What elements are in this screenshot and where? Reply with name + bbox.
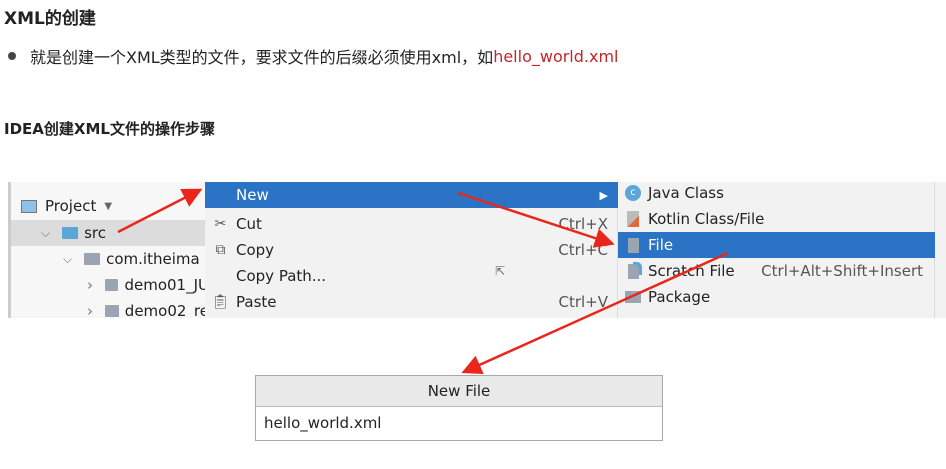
menu-label: Java Class <box>648 184 724 202</box>
submenu-item-package[interactable]: Package <box>618 284 935 310</box>
submenu-arrow-icon: ▶ <box>599 188 608 202</box>
tree-item-label: com.itheima <box>106 250 200 268</box>
tree-item-src[interactable]: ⌵ src <box>11 220 209 246</box>
menu-item-copy[interactable]: ⧉ Copy Ctrl+C <box>205 237 618 263</box>
menu-label: Copy <box>236 241 275 259</box>
submenu-item-java-class[interactable]: c Java Class <box>618 182 935 206</box>
mouse-cursor-icon: ⇱ <box>495 264 506 278</box>
menu-shortcut: Ctrl+X <box>558 215 608 233</box>
package-icon <box>84 253 101 265</box>
bullet-text: 就是创建一个XML类型的文件，要求文件的后缀必须使用xml，如 <box>30 48 494 67</box>
tree-item-label: demo01_JU <box>124 276 209 294</box>
menu-label: File <box>648 236 674 254</box>
menu-label: Package <box>648 288 711 306</box>
tree-item-label: demo02_re <box>124 302 209 318</box>
menu-shortcut: Ctrl+C <box>558 241 608 259</box>
menu-label: Scratch File <box>648 262 735 280</box>
bullet-dot <box>8 52 16 60</box>
chevron-right-icon: › <box>87 276 93 294</box>
clipboard-icon: 📋︎ <box>211 294 230 310</box>
menu-item-cut[interactable]: ✂ Cut Ctrl+X <box>205 211 618 237</box>
java-class-icon: c <box>625 185 641 201</box>
submenu-item-scratch-file[interactable]: Scratch File Ctrl+Alt+Shift+Insert <box>618 258 935 284</box>
package-icon <box>105 279 119 291</box>
new-file-dialog: New File hello_world.xml <box>255 375 663 441</box>
menu-label: Paste <box>236 293 277 311</box>
filename-input[interactable]: hello_world.xml <box>256 407 662 440</box>
menu-shortcut: Ctrl+V <box>558 293 608 311</box>
menu-label: Kotlin Class/File <box>648 210 765 228</box>
menu-shortcut: Ctrl+Alt+Shift+Insert <box>761 262 923 280</box>
package-icon <box>105 305 119 317</box>
tree-item-demo02[interactable]: › demo02_re <box>11 298 209 318</box>
copy-icon: ⧉ <box>215 242 226 258</box>
menu-item-copy-path[interactable]: Copy Path... <box>205 263 618 289</box>
menu-label: Copy Path... <box>236 267 327 285</box>
chevron-down-icon: ⌵ <box>63 251 73 266</box>
project-view-selector[interactable]: Project ▼ <box>11 193 209 219</box>
menu-item-new[interactable]: New ▶ <box>205 182 618 208</box>
ide-screenshot: Project ▼ ⌵ src ⌵ com.itheima › demo01_J… <box>8 182 946 318</box>
project-label: Project <box>45 197 97 215</box>
chevron-down-icon: ⌵ <box>41 225 51 240</box>
menu-label: New <box>236 186 269 204</box>
menu-item-paste[interactable]: 📋︎ Paste Ctrl+V <box>205 289 618 315</box>
project-tree: Project ▼ ⌵ src ⌵ com.itheima › demo01_J… <box>8 182 209 318</box>
tree-item-demo01[interactable]: › demo01_JU <box>11 272 209 298</box>
example-filename: hello_world.xml <box>493 46 619 66</box>
dialog-title: New File <box>256 376 662 407</box>
project-icon <box>21 199 37 213</box>
bullet-item: 就是创建一个XML类型的文件，要求文件的后缀必须使用xml，如 hello_wor… <box>8 44 619 68</box>
chevron-right-icon: › <box>87 302 93 318</box>
tree-item-package[interactable]: ⌵ com.itheima <box>11 246 209 272</box>
folder-icon <box>62 227 79 239</box>
kotlin-file-icon <box>627 211 639 227</box>
submenu-item-file[interactable]: File <box>618 232 935 258</box>
scratch-file-icon <box>627 263 639 279</box>
file-icon <box>627 237 639 253</box>
page-title: XML的创建 <box>4 9 96 29</box>
tree-item-label: src <box>84 224 107 242</box>
package-icon <box>625 291 641 303</box>
menu-label: Cut <box>236 215 262 233</box>
dropdown-icon: ▼ <box>104 200 113 212</box>
new-submenu: c Java Class Kotlin Class/File File Scra… <box>618 182 935 318</box>
submenu-item-kotlin[interactable]: Kotlin Class/File <box>618 206 935 232</box>
section-heading: IDEA创建XML文件的操作步骤 <box>4 120 215 138</box>
scissors-icon: ✂ <box>214 216 227 232</box>
context-menu: New ▶ ✂ Cut Ctrl+X ⧉ Copy Ctrl+C Copy Path… <box>205 182 618 318</box>
